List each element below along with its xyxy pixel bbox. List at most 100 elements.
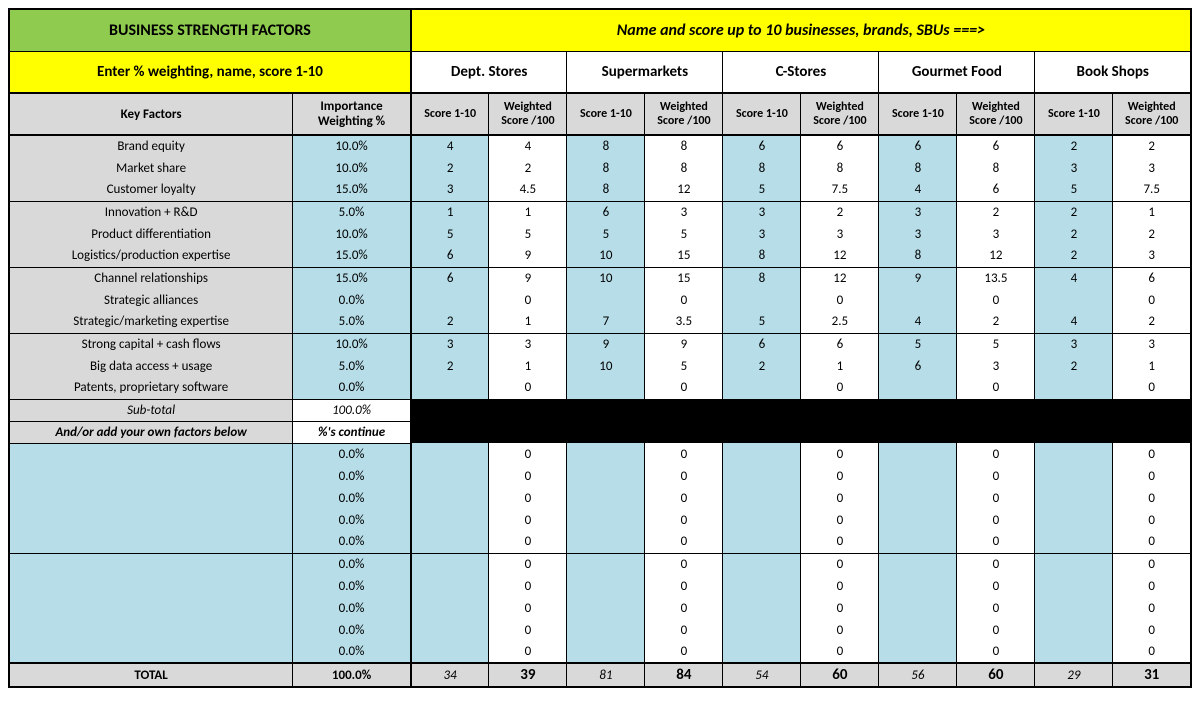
custom-factor-name[interactable] <box>9 443 293 465</box>
factor-weight[interactable]: 15.0% <box>293 179 411 201</box>
custom-score[interactable] <box>879 553 957 575</box>
custom-score[interactable] <box>1035 619 1113 641</box>
score-cell[interactable]: 4 <box>879 179 957 201</box>
score-cell[interactable]: 3 <box>723 223 801 245</box>
score-cell[interactable] <box>567 377 645 399</box>
factor-weight[interactable]: 5.0% <box>293 355 411 377</box>
custom-score[interactable] <box>723 509 801 531</box>
custom-score[interactable] <box>723 575 801 597</box>
custom-factor-name[interactable] <box>9 509 293 531</box>
custom-score[interactable] <box>723 553 801 575</box>
score-cell[interactable]: 4 <box>411 135 489 157</box>
business-name[interactable]: Gourmet Food <box>879 51 1035 93</box>
score-cell[interactable]: 8 <box>879 245 957 267</box>
custom-weight[interactable]: 0.0% <box>293 619 411 641</box>
score-cell[interactable]: 8 <box>723 267 801 289</box>
custom-factor-name[interactable] <box>9 597 293 619</box>
custom-score[interactable] <box>411 641 489 663</box>
score-cell[interactable] <box>723 377 801 399</box>
score-cell[interactable]: 5 <box>411 223 489 245</box>
custom-score[interactable] <box>567 575 645 597</box>
custom-score[interactable] <box>567 531 645 553</box>
custom-weight[interactable]: 0.0% <box>293 465 411 487</box>
score-cell[interactable]: 8 <box>567 179 645 201</box>
custom-factor-name[interactable] <box>9 619 293 641</box>
custom-score[interactable] <box>567 465 645 487</box>
factor-weight[interactable]: 5.0% <box>293 311 411 333</box>
custom-score[interactable] <box>879 509 957 531</box>
score-cell[interactable]: 6 <box>567 201 645 223</box>
score-cell[interactable]: 10 <box>567 245 645 267</box>
custom-score[interactable] <box>1035 487 1113 509</box>
custom-score[interactable] <box>879 443 957 465</box>
custom-score[interactable] <box>411 487 489 509</box>
score-cell[interactable]: 6 <box>723 135 801 157</box>
score-cell[interactable]: 5 <box>879 333 957 355</box>
custom-score[interactable] <box>879 619 957 641</box>
score-cell[interactable]: 2 <box>1035 201 1113 223</box>
custom-score[interactable] <box>1035 597 1113 619</box>
score-cell[interactable]: 5 <box>723 311 801 333</box>
factor-weight[interactable]: 5.0% <box>293 201 411 223</box>
factor-weight[interactable]: 15.0% <box>293 267 411 289</box>
business-name[interactable]: Dept. Stores <box>411 51 567 93</box>
custom-factor-name[interactable] <box>9 641 293 663</box>
custom-weight[interactable]: 0.0% <box>293 553 411 575</box>
custom-score[interactable] <box>879 531 957 553</box>
score-cell[interactable] <box>1035 289 1113 311</box>
custom-weight[interactable]: 0.0% <box>293 509 411 531</box>
custom-weight[interactable]: 0.0% <box>293 531 411 553</box>
score-cell[interactable]: 2 <box>411 311 489 333</box>
score-cell[interactable]: 3 <box>411 179 489 201</box>
score-cell[interactable]: 2 <box>1035 223 1113 245</box>
score-cell[interactable]: 5 <box>567 223 645 245</box>
score-cell[interactable]: 2 <box>411 157 489 179</box>
custom-factor-name[interactable] <box>9 553 293 575</box>
factor-weight[interactable]: 15.0% <box>293 245 411 267</box>
score-cell[interactable]: 8 <box>723 245 801 267</box>
score-cell[interactable] <box>1035 377 1113 399</box>
custom-score[interactable] <box>723 487 801 509</box>
score-cell[interactable] <box>411 289 489 311</box>
custom-factor-name[interactable] <box>9 531 293 553</box>
custom-score[interactable] <box>723 597 801 619</box>
score-cell[interactable]: 2 <box>1035 245 1113 267</box>
custom-score[interactable] <box>1035 509 1113 531</box>
score-cell[interactable]: 1 <box>411 201 489 223</box>
custom-weight[interactable]: 0.0% <box>293 575 411 597</box>
custom-score[interactable] <box>411 443 489 465</box>
score-cell[interactable]: 6 <box>723 333 801 355</box>
score-cell[interactable]: 3 <box>879 201 957 223</box>
factor-weight[interactable]: 0.0% <box>293 289 411 311</box>
custom-score[interactable] <box>411 553 489 575</box>
custom-score[interactable] <box>879 597 957 619</box>
factor-weight[interactable]: 10.0% <box>293 333 411 355</box>
custom-score[interactable] <box>1035 465 1113 487</box>
score-cell[interactable]: 6 <box>411 245 489 267</box>
score-cell[interactable]: 5 <box>1035 179 1113 201</box>
score-cell[interactable]: 10 <box>567 267 645 289</box>
score-cell[interactable] <box>567 289 645 311</box>
score-cell[interactable]: 4 <box>1035 267 1113 289</box>
custom-score[interactable] <box>411 465 489 487</box>
custom-score[interactable] <box>411 575 489 597</box>
business-name[interactable]: Supermarkets <box>567 51 723 93</box>
score-cell[interactable]: 3 <box>411 333 489 355</box>
custom-score[interactable] <box>411 531 489 553</box>
custom-score[interactable] <box>879 641 957 663</box>
score-cell[interactable] <box>723 289 801 311</box>
custom-weight[interactable]: 0.0% <box>293 487 411 509</box>
custom-score[interactable] <box>723 619 801 641</box>
custom-factor-name[interactable] <box>9 487 293 509</box>
score-cell[interactable]: 9 <box>879 267 957 289</box>
custom-weight[interactable]: 0.0% <box>293 641 411 663</box>
score-cell[interactable]: 6 <box>879 135 957 157</box>
score-cell[interactable]: 3 <box>723 201 801 223</box>
custom-score[interactable] <box>567 641 645 663</box>
custom-score[interactable] <box>1035 553 1113 575</box>
score-cell[interactable]: 10 <box>567 355 645 377</box>
score-cell[interactable]: 5 <box>723 179 801 201</box>
business-name[interactable]: Book Shops <box>1035 51 1191 93</box>
custom-score[interactable] <box>879 487 957 509</box>
custom-score[interactable] <box>723 465 801 487</box>
